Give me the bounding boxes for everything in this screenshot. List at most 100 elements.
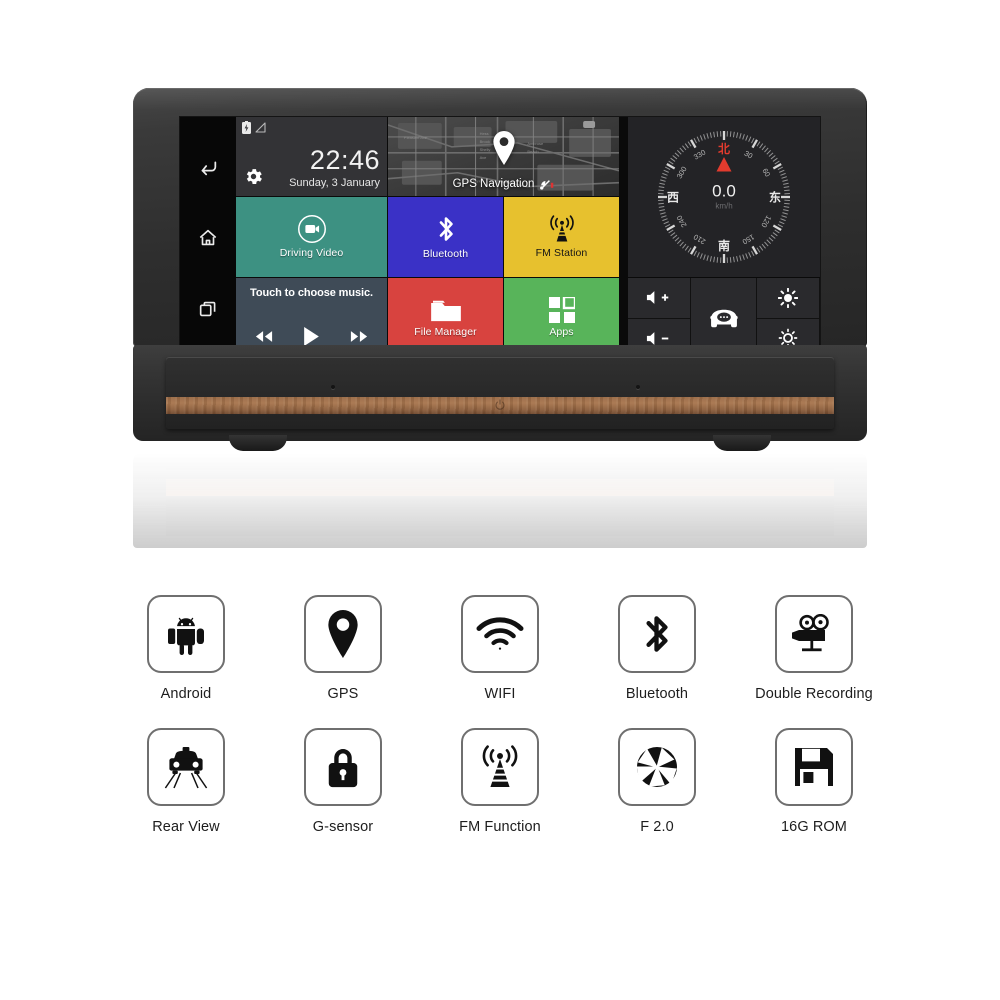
play-icon[interactable] <box>303 326 320 347</box>
fast-forward-icon[interactable] <box>350 330 368 343</box>
tile-label: Apps <box>549 326 574 339</box>
product-device-photo: 22:46 Sunday, 3 January Pleasant Ave Hes… <box>0 0 1000 565</box>
base-screw-left <box>331 385 335 389</box>
map-pin-icon <box>491 131 517 165</box>
floppy-disk-icon <box>775 728 853 806</box>
device-base-panel <box>166 357 834 429</box>
compass-east-label: 东 <box>768 190 781 205</box>
satellite-dish-icon <box>539 177 554 190</box>
svg-text:Pleasant Ave: Pleasant Ave <box>404 135 428 140</box>
tile-bluetooth[interactable]: Bluetooth <box>388 197 504 278</box>
speed-value: 0.0 <box>712 181 736 201</box>
rewind-icon[interactable] <box>255 330 273 343</box>
feature-row-1: Android GPS WIFI Bluetooth Double Record… <box>0 595 1000 702</box>
brightness-up-button[interactable] <box>757 278 820 319</box>
svg-text:330: 330 <box>692 148 707 162</box>
back-icon[interactable] <box>197 156 219 178</box>
tile-driving-video[interactable]: Driving Video <box>236 197 388 278</box>
status-bar <box>242 121 266 134</box>
android-nav-rail <box>180 117 236 359</box>
speed-readout: 0.0 km/h <box>712 182 736 210</box>
svg-text:300: 300 <box>675 165 689 180</box>
feature-bluetooth: Bluetooth <box>579 595 736 702</box>
device-foot-left <box>229 435 287 451</box>
svg-text:Ambrose: Ambrose <box>527 141 544 146</box>
gear-icon <box>243 166 264 187</box>
clock-date: Sunday, 3 January <box>289 177 380 189</box>
folder-icon <box>429 297 463 323</box>
compass-widget[interactable]: 30 60 120 150 210 240 300 330 北 南 西 东 0.0 km/h <box>628 117 820 278</box>
svg-text:Brook: Brook <box>480 139 490 144</box>
tile-label: File Manager <box>414 326 477 339</box>
feature-rear-view: Rear View <box>108 728 265 835</box>
feature-icon-grid: Android GPS WIFI Bluetooth Double Record… <box>0 595 1000 835</box>
power-icon[interactable] <box>495 399 506 411</box>
radio-tower-icon <box>461 728 539 806</box>
volume-up-button[interactable] <box>628 278 691 319</box>
device-body: 22:46 Sunday, 3 January Pleasant Ave Hes… <box>133 88 867 359</box>
svg-text:210: 210 <box>692 232 707 246</box>
svg-text:Beach: Beach <box>527 149 538 154</box>
android-icon <box>147 595 225 673</box>
svg-text:120: 120 <box>759 214 773 229</box>
battery-charging-icon <box>242 121 251 134</box>
svg-text:240: 240 <box>675 214 689 229</box>
feature-label: G-sensor <box>312 819 374 835</box>
device-base <box>133 345 867 451</box>
wifi-icon <box>461 595 539 673</box>
map-pin-icon <box>304 595 382 673</box>
movie-camera-icon <box>775 595 853 673</box>
compass-north-label: 北 <box>717 142 731 156</box>
gps-navigation-tile[interactable]: Pleasant Ave Hess Brook Shelly Ave Ambrose Bea… <box>388 117 620 197</box>
feature-double-recording: Double Recording <box>736 595 893 702</box>
grid-squares-icon <box>548 297 575 324</box>
feature-label: 16G ROM <box>781 819 847 835</box>
base-screw-right <box>636 385 640 389</box>
svg-text:60: 60 <box>760 167 772 179</box>
svg-text:150: 150 <box>741 232 756 246</box>
music-controls <box>255 326 368 347</box>
speaker-plus-icon <box>646 290 672 305</box>
feature-row-2: Rear View G-sensor FM Function F 2.0 16G… <box>0 728 1000 835</box>
compass-and-hardware-panel: 30 60 120 150 210 240 300 330 北 南 西 东 0.0 km/h <box>628 117 820 359</box>
feature-label: Double Recording <box>755 686 873 702</box>
device-foot-right <box>713 435 771 451</box>
clock-widget[interactable]: 22:46 Sunday, 3 January <box>236 117 388 197</box>
radio-tower-icon <box>546 214 578 244</box>
feature-label: F 2.0 <box>640 819 674 835</box>
gps-navigation-label: GPS Navigation <box>452 177 535 190</box>
clock-time: 22:46 <box>309 145 380 175</box>
feature-label: FM Function <box>459 819 541 835</box>
speaker-minus-icon <box>646 331 672 346</box>
feature-fm-function: FM Function <box>422 728 579 835</box>
tile-fm-station[interactable]: FM Station <box>504 197 620 278</box>
brightness-high-icon <box>778 287 798 308</box>
feature-android: Android <box>108 595 265 702</box>
device-screen[interactable]: 22:46 Sunday, 3 January Pleasant Ave Hes… <box>180 117 820 359</box>
feature-aperture: F 2.0 <box>579 728 736 835</box>
feature-g-sensor: G-sensor <box>265 728 422 835</box>
speed-unit: km/h <box>715 201 733 211</box>
tile-label: FM Station <box>535 247 588 260</box>
feature-label: GPS <box>327 686 359 702</box>
device-reflection <box>133 452 867 560</box>
signal-triangle-icon <box>255 122 266 133</box>
feature-label: Android <box>160 686 212 702</box>
bluetooth-icon <box>435 213 457 245</box>
home-icon[interactable] <box>197 227 219 249</box>
bluetooth-icon <box>618 595 696 673</box>
feature-label: Rear View <box>152 819 220 835</box>
compass-arrow-icon <box>716 157 733 172</box>
svg-text:Ave: Ave <box>480 155 488 160</box>
home-tile-grid: 22:46 Sunday, 3 January Pleasant Ave Hes… <box>236 117 628 359</box>
tile-label: Driving Video <box>279 247 344 260</box>
lock-icon <box>304 728 382 806</box>
rear-view-car-icon <box>147 728 225 806</box>
video-camera-circle-icon <box>297 214 327 244</box>
recent-apps-icon[interactable] <box>197 298 219 320</box>
feature-label: Bluetooth <box>625 686 689 702</box>
feature-rom: 16G ROM <box>736 728 893 835</box>
wood-grain-trim <box>166 397 834 414</box>
svg-text:Hess: Hess <box>480 131 489 136</box>
feature-wifi: WIFI <box>422 595 579 702</box>
